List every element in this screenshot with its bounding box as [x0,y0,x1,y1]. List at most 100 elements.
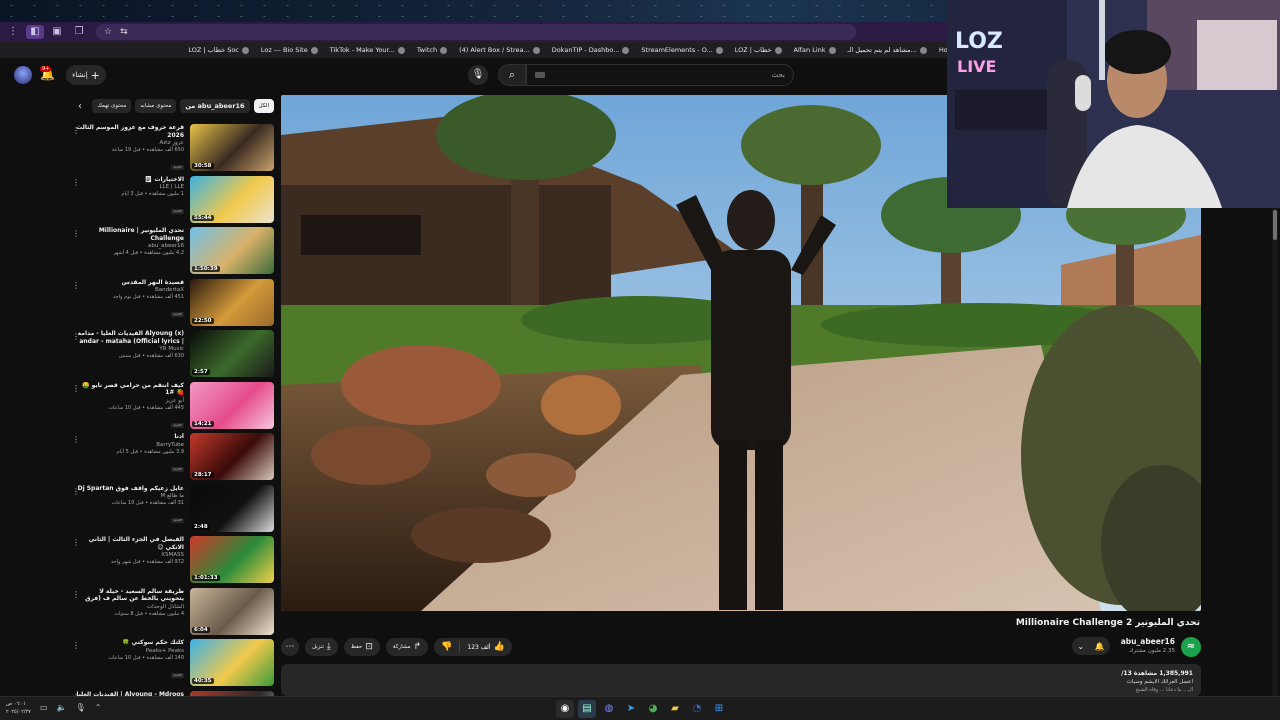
recommended-video[interactable]: 1:01:33 ⋮ الفيصل في الجزء الثالث | الثاني … [68,534,274,586]
related-filter-chips: ‹ محتوى تهمك محتوى مشابه من abu_abeer16 … [78,98,274,114]
volume-icon[interactable]: 🔈 [57,703,67,712]
battery-icon[interactable]: ▭ [40,703,48,712]
video-title-text: قرعة حروف مع عزوز الموسم الثالث 2026 [76,124,184,139]
video-stats: 1 مليون مشاهدة • قبل 3 أيام [121,191,184,197]
bookmark-item[interactable]: StreamElements - O... [635,46,728,54]
like-button[interactable]: 123 ألف 👍 [460,638,511,656]
video-channel: XSMASS [161,552,184,558]
microphone-icon[interactable]: 🎙 [76,703,86,712]
download-button[interactable]: تنزيل ⤓ [305,638,338,656]
bookmark-item[interactable]: LOZ | خطاب Soc [182,46,254,54]
video-thumbnail[interactable]: 2:48 [190,484,274,532]
site-info-icon[interactable]: ⇆ [120,27,128,37]
taskbar-clock[interactable]: ٠٦:٠١ ص ٢٠٢٥/٠٢/٢٧ [6,700,31,716]
video-thumbnail[interactable]: 30:58 [190,124,274,171]
channel-avatar[interactable]: ≈ [1181,637,1201,657]
bookmark-item[interactable]: Twitch [411,46,453,54]
chevron-left-icon[interactable]: ‹ [78,101,88,112]
voice-search-mic-icon[interactable]: 🎙 [468,65,488,85]
telegram-app-icon[interactable]: ➤ [622,700,640,718]
windows-taskbar: ٠٦:٠١ ص ٢٠٢٥/٠٢/٢٧ ▭ 🔈 🎙 ⌃ ◉ ▤ ◍ ➤ ◕ ▰ ◔… [0,696,1280,720]
create-button[interactable]: إنشاء + [66,65,106,85]
chip-from-channel[interactable]: من abu_abeer16 [180,99,250,113]
search-input[interactable]: بحث [526,64,794,86]
show-hidden-icons-icon[interactable]: ⌃ [95,703,102,712]
recommended-video[interactable]: 30:58 ⋮ قرعة حروف مع عزوز الموسم الثالث 20… [68,122,274,174]
video-stats: 140 ألف مشاهدة • قبل 10 ساعات [108,654,184,661]
terminal-app-icon[interactable]: ▤ [578,700,596,718]
recommended-video[interactable]: 55:44 ⋮ الاختيارات 🗒 LLE | LLE 1 مليون مشاهد… [68,174,274,226]
video-thumbnail[interactable]: 40:35 [190,639,274,686]
bookmark-item[interactable]: DokanTIP - Dashbo... [546,46,636,54]
bookmark-label: DokanTIP - Dashbo... [551,46,620,54]
tab-search-icon[interactable]: ▣ [48,25,66,39]
bookmark-item[interactable]: Alfan Link [788,46,842,54]
edge-app-icon[interactable]: ◔ [688,700,706,718]
chip-similar[interactable]: محتوى مشابه [135,99,177,113]
video-thumbnail[interactable]: 55:44 [190,175,274,223]
share-button[interactable]: مشاركة ↱ [385,638,429,656]
video-title-text: أدنا [174,433,184,440]
video-thumbnail[interactable]: 22:50 [190,278,274,326]
save-button[interactable]: حفظ ⊡ [343,638,380,656]
recommended-video[interactable]: 1:50:39 ⋮ تحدي المليونير | Millionaire Cha… [68,225,274,277]
account-avatar[interactable] [14,66,32,84]
video-meta: الاختيارات 🗒 LLE | LLE 1 مليون مشاهدة • قب… [76,176,184,217]
bookmark-item[interactable]: Loz --- Bio Site [255,46,324,54]
chip-all[interactable]: الكل [253,99,274,113]
recommendations-list: 30:58 ⋮ قرعة حروف مع عزوز الموسم الثالث 20… [68,122,274,720]
subscription-bell-button[interactable]: ⌄ 🔔 [1072,637,1110,655]
video-title-text: Alyoung (x) الفيديات العليا - مدامة | an… [77,330,184,345]
windows-start-icon[interactable]: ⊞ [710,700,728,718]
search-button[interactable]: ⌕ [498,64,526,86]
bookmark-label: Loz --- Bio Site [260,46,308,54]
video-thumbnail[interactable]: 14:21 [190,381,274,429]
recommended-video[interactable]: 2:57 ⋮ Alyoung (x) الفيديات العليا - مدامة… [68,328,274,380]
extension-icon[interactable]: ◧ [26,25,44,39]
channel-name[interactable]: abu_abeer16 [1121,637,1175,646]
chip-recommended[interactable]: محتوى تهمك [92,99,132,113]
video-channel: أبو عزيز [165,397,184,404]
webcam-sign-loz: LOZ [955,29,1003,54]
recommended-video[interactable]: 14:21 ⋮ كيف انتقم من حرامي قصر نايو 🤑🍓 #1 أ… [68,380,274,432]
bookmark-item[interactable]: TikTok - Make Your... [324,46,411,54]
video-meta: عايل زعيكم واقف فوق Dj Spartan ما طالع M3… [76,485,184,526]
video-thumbnail[interactable]: 2:57 [190,330,274,377]
menu-icon[interactable]: ⋮ [4,25,22,39]
recommended-video[interactable]: 6:04 ⋮ طريقة سالم السعيد - خيلة لا يتحويني… [68,586,274,638]
obs-app-icon[interactable]: ◉ [556,700,574,718]
address-bar[interactable]: ☆ ⇆ [96,24,856,40]
video-title-text: كلتك حكم سوكتي 🍀 [122,639,184,646]
page-scrollbar[interactable] [1272,208,1278,696]
search-placeholder: بحث [771,71,785,79]
file-explorer-app-icon[interactable]: ▰ [666,700,684,718]
chrome-app-icon[interactable]: ◕ [644,700,662,718]
keyboard-icon[interactable] [535,72,545,78]
video-thumbnail[interactable]: 1:01:33 [190,536,274,583]
bookmark-item[interactable]: مشاهد لم يتم تحميل الـ... [842,46,933,54]
star-icon[interactable]: ☆ [104,27,112,37]
video-thumbnail[interactable]: 1:50:39 [190,227,274,274]
discord-app-icon[interactable]: ◍ [600,700,618,718]
copy-icon[interactable]: ❐ [70,25,88,39]
recommended-video[interactable]: 2:48 ⋮ عايل زعيكم واقف فوق Dj Spartan ما طا… [68,483,274,535]
like-dislike-group: 👎 123 ألف 👍 [434,638,512,656]
video-meta: الفيصل في الجزء الثالث | الثاني الاتكي 😊… [76,536,184,565]
dislike-button[interactable]: 👎 [434,638,459,656]
video-duration: 22:50 [192,317,214,324]
video-stats: 972 ألف مشاهدة • قبل شهر واحد [110,559,184,565]
video-thumbnail[interactable]: 6:04 [190,587,274,635]
description-box[interactable]: 1,385,991 مشاهدة 13/ اعسل العرائك الايشم… [281,664,1201,696]
bookmark-item[interactable]: (4) Alert Box / Strea... [453,46,546,54]
video-duration: 1:50:39 [192,266,220,272]
search-icon: ⌕ [508,68,516,81]
recommended-video[interactable]: 28:17 ⋮ أدنا BarryTube 3.9 مليون مشاهدة • قب… [68,431,274,483]
bookmark-item[interactable]: LOZ | خطاب [729,46,788,54]
video-duration: 14:21 [192,420,214,427]
recommended-video[interactable]: 22:50 ⋮ قصيدة النهر المقدس BandertaX 451 ألف… [68,277,274,329]
bookmark-favicon-icon [241,46,249,54]
description-text: اعسل العرائك الايشم وسيات [1126,679,1193,685]
recommended-video[interactable]: 40:35 ⋮ كلتك حكم سوكتي 🍀 Peaks+ Peaks 140 أل… [68,637,274,689]
video-thumbnail[interactable]: 28:17 [190,433,274,480]
more-actions-button[interactable]: ⋯ [281,638,299,656]
